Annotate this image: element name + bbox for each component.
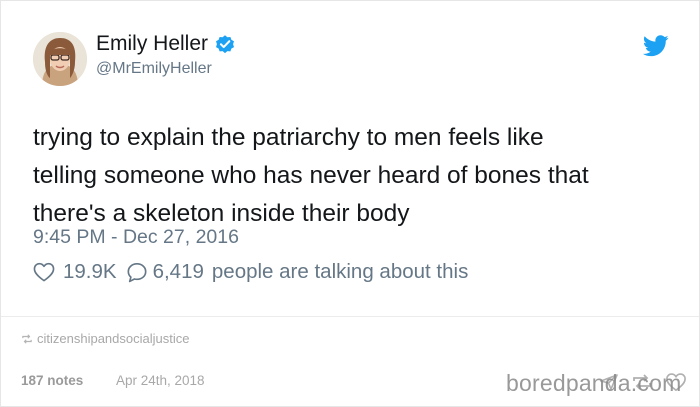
comment-count: 6,419 (152, 260, 204, 283)
notes-count[interactable]: 187 notes (21, 373, 83, 388)
user-handle[interactable]: @MrEmilyHeller (96, 60, 212, 78)
tweet-text-line: telling someone who has never heard of b… (33, 162, 589, 189)
tweet-card: Emily Heller @MrEmilyHeller trying to ex… (0, 0, 700, 407)
comment-suffix: people are talking about this (211, 260, 469, 283)
comments-action[interactable]: 6,419 people are talking about this (126, 260, 469, 284)
tweet-text-line: trying to explain the patriarchy to men … (33, 124, 544, 151)
avatar-image (33, 32, 87, 86)
tweet-text: trying to explain the patriarchy to men … (33, 119, 673, 233)
tweet-timestamp[interactable]: 9:45 PM - Dec 27, 2016 (33, 226, 239, 249)
watermark: boredpanda.com (506, 370, 682, 396)
reblog-icon (22, 333, 32, 344)
comment-bubble-icon (127, 262, 147, 282)
tweet-actions: 19.9K 6,419 people are talking about thi… (33, 260, 468, 284)
verified-badge-icon (216, 35, 234, 54)
twitter-bird-icon[interactable] (643, 35, 669, 57)
like-count: 19.9K (63, 260, 117, 283)
post-date[interactable]: Apr 24th, 2018 (116, 373, 205, 388)
display-name[interactable]: Emily Heller (96, 32, 208, 56)
display-name-row[interactable]: Emily Heller (96, 32, 236, 56)
source-name[interactable]: citizenshipandsocialjustice (37, 331, 189, 346)
avatar[interactable] (33, 32, 87, 86)
divider (1, 316, 699, 317)
heart-icon (33, 262, 55, 282)
post-source[interactable]: citizenshipandsocialjustice (21, 331, 189, 346)
like-action[interactable]: 19.9K (33, 260, 117, 284)
